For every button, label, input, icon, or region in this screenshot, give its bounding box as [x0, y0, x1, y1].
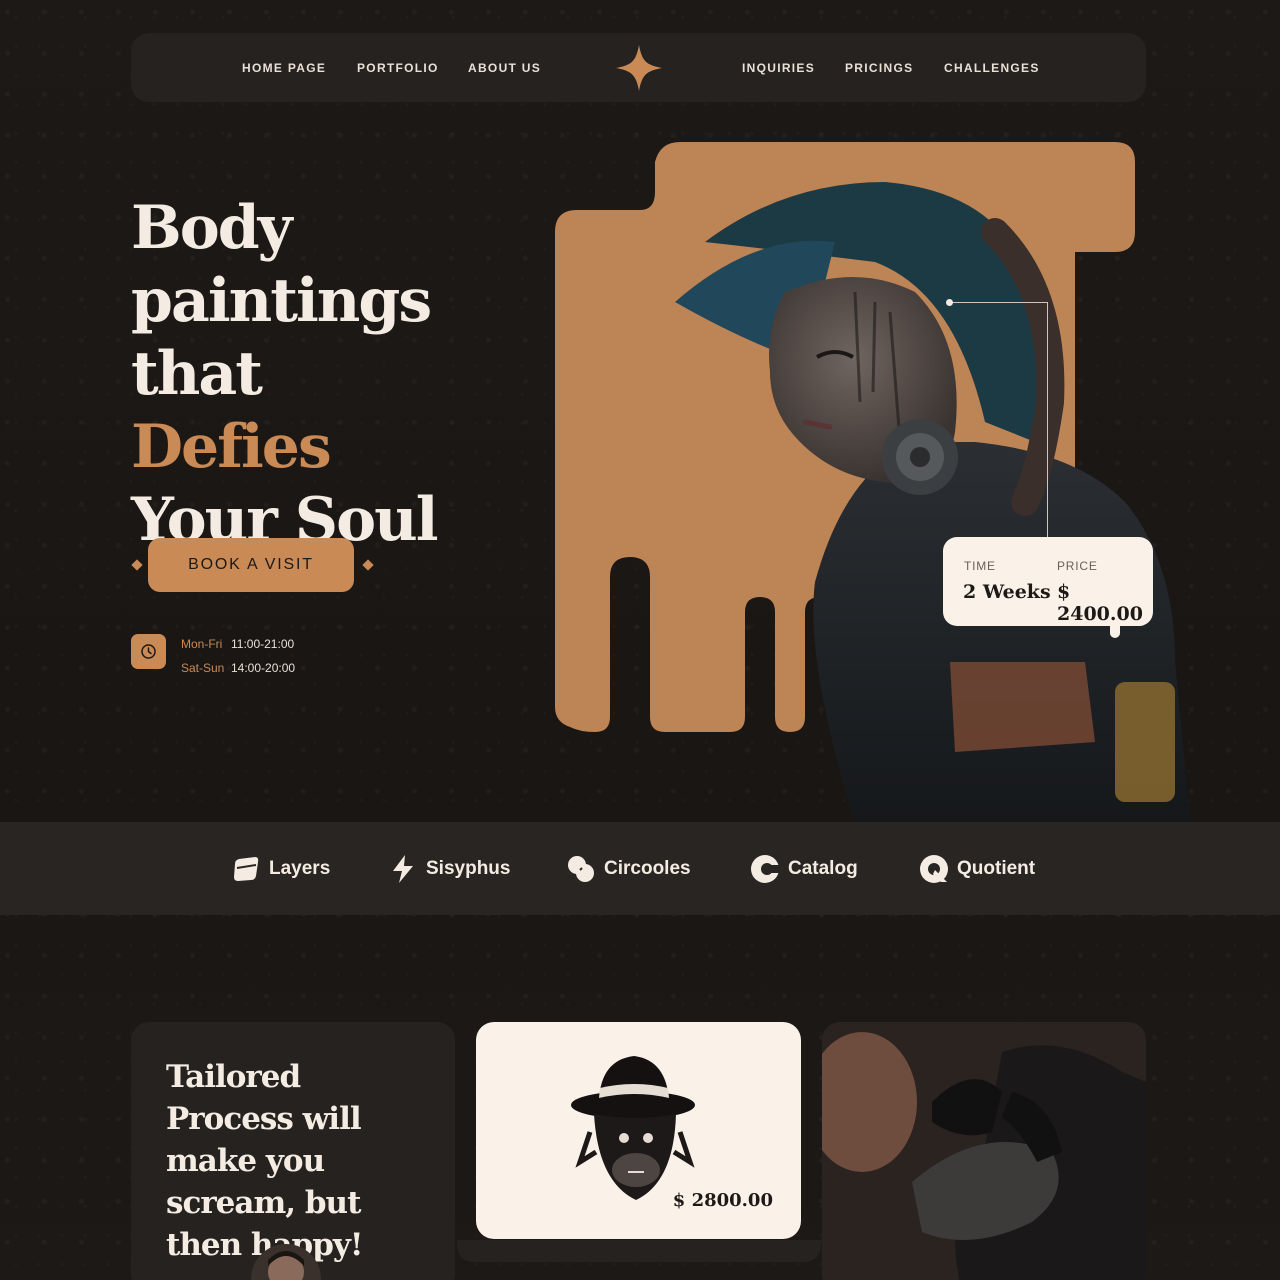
card-shadow [457, 1240, 821, 1262]
price-card: TIME 2 Weeks PRICE $ 2400.00 [943, 537, 1153, 626]
nav-challenges[interactable]: CHALLENGES [944, 61, 1040, 75]
logo-quotient[interactable]: Quotient [919, 852, 1035, 886]
star-logo-icon[interactable] [614, 43, 664, 93]
diamond-right-icon [362, 559, 374, 571]
nav-inquiries[interactable]: INQUIRIES [742, 61, 815, 75]
hours-time: 11:00-21:00 [231, 637, 295, 651]
time-value: 2 Weeks [963, 581, 1051, 603]
headline-line-2: paintings [131, 266, 432, 336]
design-price: $ 2800.00 [672, 1190, 773, 1211]
headline-accent-word: Defies [131, 412, 332, 482]
layers-icon [234, 857, 259, 881]
logo-label: Layers [269, 858, 331, 879]
price-label: PRICE [1057, 559, 1098, 573]
partner-logos-strip: Layers Sisyphus Circooles Catalog Quotie… [0, 822, 1280, 915]
diamond-left-icon [131, 559, 143, 571]
nav-pricings[interactable]: PRICINGS [845, 61, 913, 75]
hero-headline: Body paintings that Defies Your Soul [131, 192, 451, 557]
hours-day: Sat-Sun [181, 661, 225, 675]
logo-label: Catalog [788, 858, 858, 879]
process-title: Tailored Process will make you scream, b… [166, 1059, 364, 1263]
nav-about-us[interactable]: ABOUT US [468, 61, 541, 75]
callout-line [949, 302, 1047, 303]
hero-tattooed-woman-image [555, 142, 1190, 822]
logo-label: Circooles [604, 858, 691, 879]
logo-sisyphus[interactable]: Sisyphus [388, 852, 510, 886]
lightning-icon [393, 855, 413, 883]
hours-day: Mon-Fri [181, 637, 223, 651]
clock-icon [131, 634, 166, 669]
quotient-icon [920, 855, 948, 883]
logo-label: Quotient [957, 858, 1036, 879]
nav-home-page[interactable]: HOME PAGE [242, 61, 326, 75]
logo-layers[interactable]: Layers [231, 852, 330, 886]
hours-row-weekend: Sat-Sun 14:00-20:00 [181, 661, 295, 675]
book-visit-group: BOOK A VISIT [130, 538, 375, 592]
tattoo-session-photo [822, 1022, 1146, 1280]
price-value: $ 2400.00 [1057, 581, 1143, 625]
logo-circooles[interactable]: Circooles [566, 852, 691, 886]
top-navigation: HOME PAGE PORTFOLIO ABOUT US INQUIRIES P… [131, 33, 1146, 102]
nav-portfolio[interactable]: PORTFOLIO [357, 61, 439, 75]
design-card[interactable]: $ 2800.00 [476, 1022, 801, 1239]
logo-label: Sisyphus [426, 858, 511, 879]
logo-catalog[interactable]: Catalog [750, 852, 858, 886]
book-visit-button[interactable]: BOOK A VISIT [148, 538, 354, 592]
hours-row-weekdays: Mon-Fri 11:00-21:00 [181, 637, 294, 651]
process-card: Tailored Process will make you scream, b… [131, 1022, 455, 1280]
circles-icon [568, 856, 594, 882]
time-label: TIME [964, 559, 996, 573]
callout-tail [1110, 624, 1120, 638]
catalog-icon [751, 855, 780, 883]
headline-line-3: that [131, 339, 263, 409]
callout-line [1047, 302, 1048, 538]
hours-time: 14:00-20:00 [231, 661, 296, 675]
headline-line-1: Body [131, 193, 293, 263]
callout-dot [946, 299, 953, 306]
